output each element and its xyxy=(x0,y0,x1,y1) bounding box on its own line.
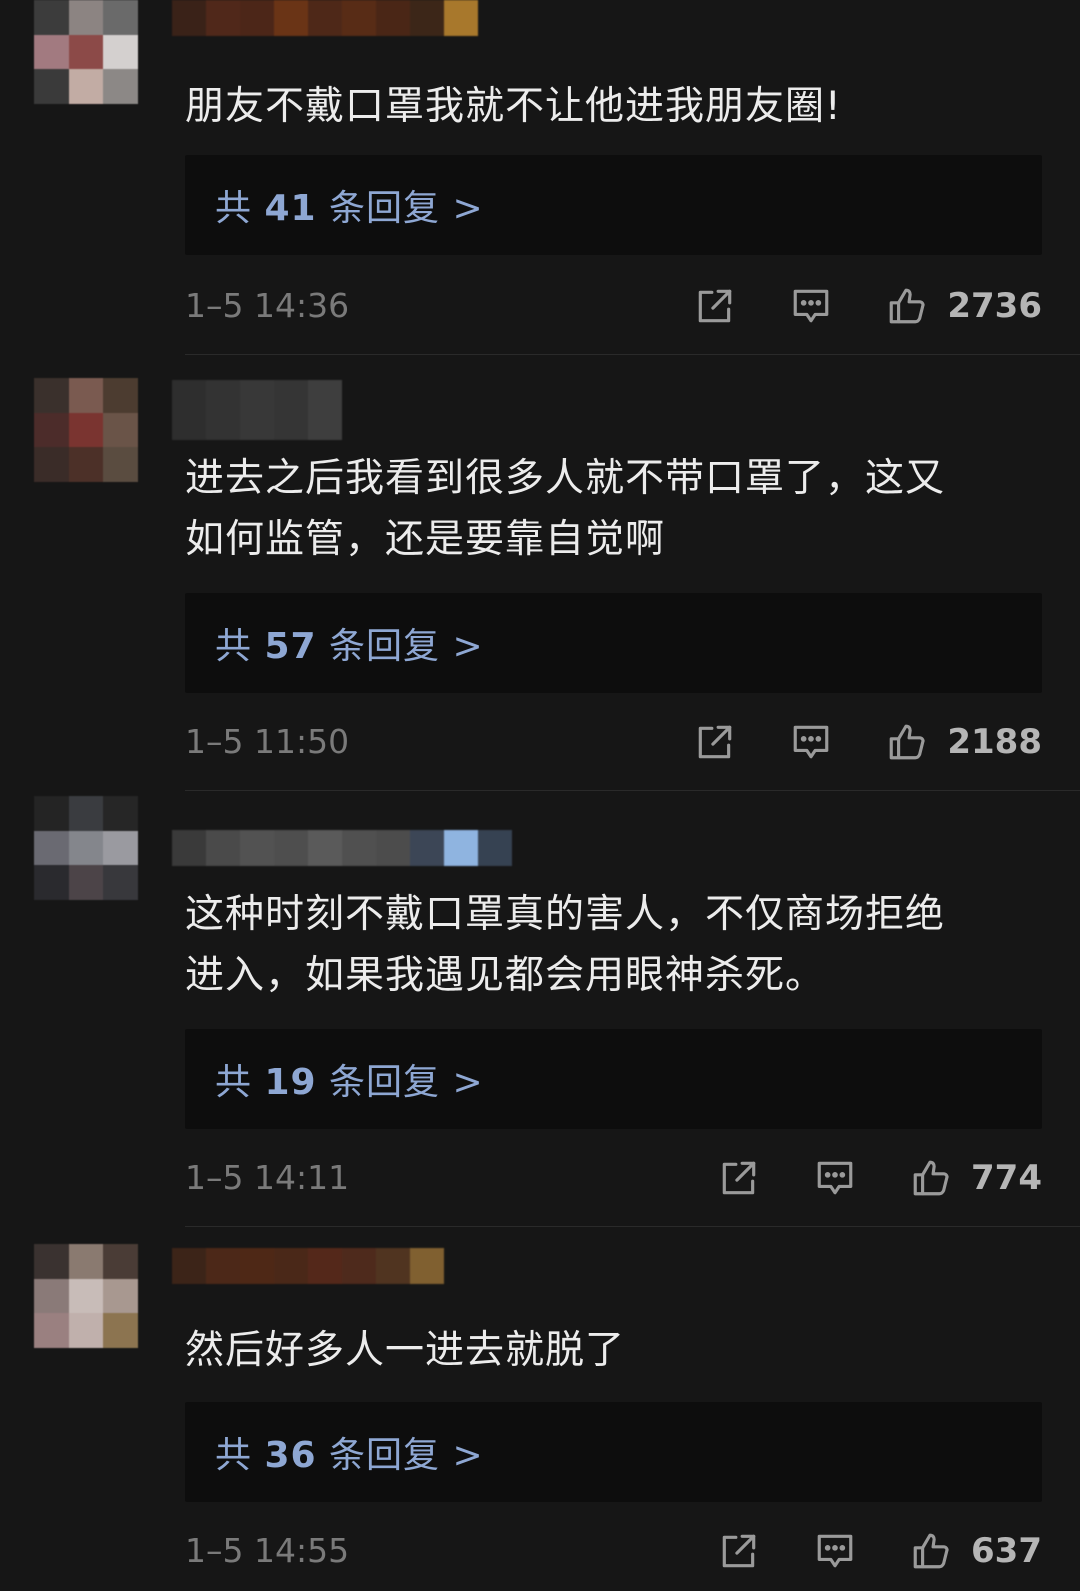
divider xyxy=(185,790,1080,791)
comment-actions: 637 xyxy=(717,1526,1042,1576)
username-pixelated[interactable] xyxy=(172,0,478,36)
avatar[interactable] xyxy=(34,378,138,482)
view-replies-button[interactable]: 共 41 条回复 > xyxy=(185,155,1042,255)
comment-actions: 2188 xyxy=(693,717,1042,767)
thumbs-up-icon[interactable] xyxy=(909,1529,953,1573)
comment-actions: 774 xyxy=(717,1153,1042,1203)
replies-label: 共 19 条回复 > xyxy=(215,1062,484,1103)
share-icon[interactable] xyxy=(693,284,737,328)
thumbs-up-icon[interactable] xyxy=(909,1156,953,1200)
comment-time: 1–5 14:11 xyxy=(185,1158,350,1197)
username-pixelated[interactable] xyxy=(172,1248,444,1284)
divider xyxy=(185,1226,1080,1227)
thumbs-up-icon[interactable] xyxy=(885,284,929,328)
username-pixelated[interactable] xyxy=(172,380,342,440)
view-replies-button[interactable]: 共 57 条回复 > xyxy=(185,593,1042,693)
avatar[interactable] xyxy=(34,0,138,104)
divider xyxy=(185,354,1080,355)
replies-label: 共 36 条回复 > xyxy=(215,1435,484,1476)
comment-time: 1–5 14:36 xyxy=(185,286,350,325)
comment-meta: 1–5 14:55 637 xyxy=(185,1526,1042,1576)
comment-text: 这种时刻不戴口罩真的害人，不仅商场拒绝 进入，如果我遇见都会用眼神杀死。 xyxy=(185,892,946,998)
share-icon[interactable] xyxy=(717,1529,761,1573)
comment-item: 朋友不戴口罩我就不让他进我朋友圈! 共 41 条回复 > 1–5 14:36 2… xyxy=(0,0,1080,352)
comment-icon[interactable] xyxy=(789,284,833,328)
comment-icon[interactable] xyxy=(789,720,833,764)
like-count: 2736 xyxy=(947,286,1042,326)
comment-time: 1–5 14:55 xyxy=(185,1531,350,1570)
avatar[interactable] xyxy=(34,1244,138,1348)
share-icon[interactable] xyxy=(693,720,737,764)
username-pixelated[interactable] xyxy=(172,830,512,866)
comment-text: 进去之后我看到很多人就不带口罩了，这又 如何监管，还是要靠自觉啊 xyxy=(185,456,946,562)
comment-feed: 朋友不戴口罩我就不让他进我朋友圈! 共 41 条回复 > 1–5 14:36 2… xyxy=(0,0,1080,1591)
comment-actions: 2736 xyxy=(693,281,1042,331)
replies-label: 共 41 条回复 > xyxy=(215,188,484,229)
comment-text: 朋友不戴口罩我就不让他进我朋友圈! xyxy=(185,84,842,129)
thumbs-up-icon[interactable] xyxy=(885,720,929,764)
comment-icon[interactable] xyxy=(813,1529,857,1573)
view-replies-button[interactable]: 共 36 条回复 > xyxy=(185,1402,1042,1502)
comment-meta: 1–5 14:11 774 xyxy=(185,1153,1042,1203)
comment-icon[interactable] xyxy=(813,1156,857,1200)
replies-label: 共 57 条回复 > xyxy=(215,626,484,667)
like-count: 2188 xyxy=(947,722,1042,762)
comment-text: 然后好多人一进去就脱了 xyxy=(185,1328,626,1373)
avatar[interactable] xyxy=(34,796,138,900)
view-replies-button[interactable]: 共 19 条回复 > xyxy=(185,1029,1042,1129)
comment-meta: 1–5 14:36 2736 xyxy=(185,281,1042,331)
like-count: 637 xyxy=(971,1531,1042,1571)
comment-time: 1–5 11:50 xyxy=(185,722,350,761)
comment-meta: 1–5 11:50 2188 xyxy=(185,717,1042,767)
share-icon[interactable] xyxy=(717,1156,761,1200)
like-count: 774 xyxy=(971,1158,1042,1198)
